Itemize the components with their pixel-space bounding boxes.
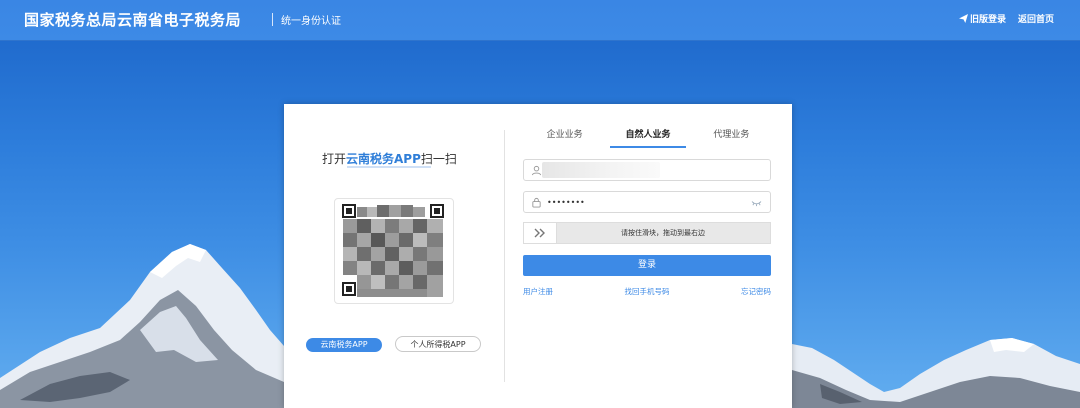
- slider-hint: 请按住滑块，拖动到最右边: [621, 229, 705, 237]
- password-login-pane: 企业业务 自然人业务 代理业务 •••••••• 请按住滑块，拖动到最右边 登录…: [523, 104, 773, 408]
- eye-closed-icon[interactable]: [751, 198, 762, 207]
- title-divider: [272, 13, 273, 26]
- auxiliary-links: 用户注册 找回手机号码 忘记密码: [523, 286, 771, 298]
- qr-code-image: [342, 204, 444, 297]
- slider-captcha[interactable]: 请按住滑块，拖动到最右边: [523, 222, 771, 244]
- old-version-login-link[interactable]: 旧版登录: [958, 12, 1006, 25]
- register-link[interactable]: 用户注册: [523, 286, 553, 298]
- top-header: 国家税务总局云南省电子税务局 统一身份认证 旧版登录 返回首页: [0, 0, 1080, 41]
- site-subtitle: 统一身份认证: [281, 16, 341, 27]
- login-button[interactable]: 登录: [523, 255, 771, 276]
- scan-instruction: 打开云南税务APP扫一扫: [322, 150, 457, 167]
- qr-login-pane: 打开云南税务APP扫一扫 云南税务APP 个人所得税APP: [284, 104, 504, 408]
- tab-enterprise-business[interactable]: 企业业务: [523, 128, 606, 148]
- back-home-link[interactable]: 返回首页: [1018, 12, 1054, 25]
- scan-suffix: 扫一扫: [420, 152, 457, 166]
- pane-divider: [504, 130, 505, 382]
- double-chevron-right-icon: [534, 228, 545, 238]
- yunnan-tax-app-button[interactable]: 云南税务APP: [306, 338, 382, 352]
- qr-code: [334, 198, 454, 304]
- slider-handle[interactable]: [524, 223, 557, 243]
- business-tabs: 企业业务 自然人业务 代理业务: [523, 128, 773, 148]
- login-card: 打开云南税务APP扫一扫 云南税务APP 个人所得税APP 企业业务 自然人业务…: [284, 104, 792, 408]
- site-title: 国家税务总局云南省电子税务局: [24, 11, 242, 29]
- header-links: 旧版登录 返回首页: [958, 12, 1054, 25]
- user-icon: [531, 165, 542, 175]
- scan-app-name: 云南税务APP: [346, 152, 421, 166]
- password-field[interactable]: [523, 191, 771, 213]
- personal-income-tax-app-button[interactable]: 个人所得税APP: [395, 336, 481, 352]
- old-version-login-label: 旧版登录: [969, 15, 1006, 25]
- scan-prefix: 打开: [322, 152, 347, 166]
- recover-phone-link[interactable]: 找回手机号码: [625, 286, 670, 298]
- scan-underline: [347, 166, 431, 168]
- lock-icon: [532, 197, 541, 208]
- username-field[interactable]: [523, 159, 771, 181]
- back-home-label: 返回首页: [1017, 15, 1054, 25]
- username-redacted: [542, 162, 660, 178]
- tab-natural-person-business[interactable]: 自然人业务: [606, 128, 689, 148]
- tab-agent-business[interactable]: 代理业务: [690, 128, 773, 148]
- send-icon: [958, 14, 968, 23]
- password-input[interactable]: [547, 197, 737, 207]
- forgot-password-link[interactable]: 忘记密码: [741, 286, 771, 298]
